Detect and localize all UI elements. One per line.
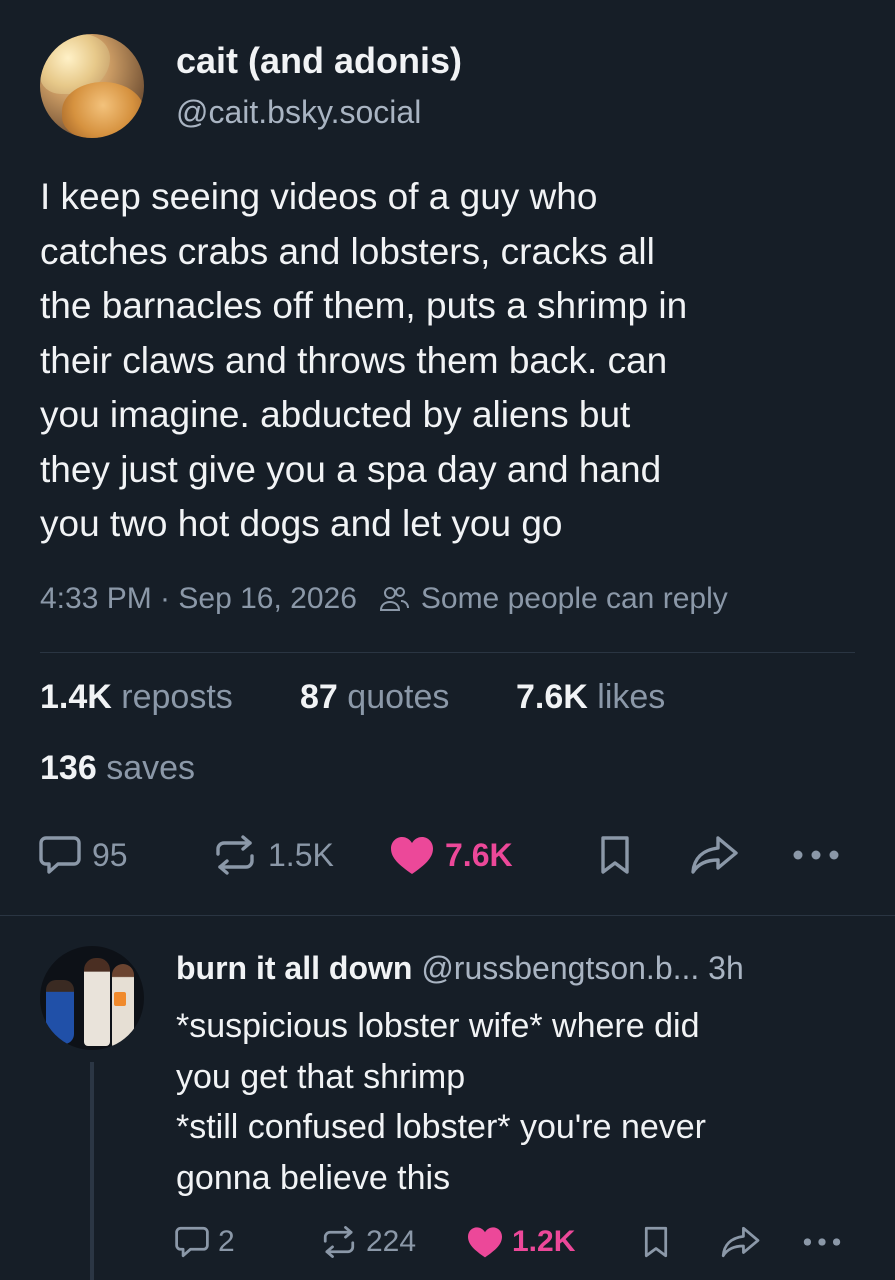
divider bbox=[40, 652, 855, 653]
reply-text: *suspicious lobster wife* where did you … bbox=[176, 1001, 866, 1203]
reply-avatar[interactable] bbox=[40, 946, 144, 1050]
like-count: 7.6K bbox=[445, 836, 513, 873]
heart-icon bbox=[389, 834, 435, 876]
reply-time: 3h bbox=[708, 950, 744, 986]
avatar[interactable] bbox=[40, 34, 144, 138]
reply-count: 95 bbox=[92, 836, 128, 873]
reply-bookmark-button[interactable] bbox=[642, 1225, 670, 1259]
reply-button[interactable]: 95 bbox=[38, 834, 128, 876]
reply-header: burn it all down @russbengtson.b... 3h bbox=[176, 950, 744, 987]
reply-author-handle[interactable]: @russbengtson.b... bbox=[421, 950, 699, 986]
saves-label: saves bbox=[106, 749, 196, 787]
likes-label: likes bbox=[597, 678, 666, 716]
reply-setting-link[interactable]: Some people can reply bbox=[421, 582, 728, 616]
reposts-count: 1.4K bbox=[40, 678, 112, 716]
repost-icon bbox=[320, 1225, 358, 1259]
post-meta: 4:33 PM · Sep 16, 2026 Some people can r… bbox=[40, 582, 728, 616]
author-handle[interactable]: @cait.bsky.social bbox=[176, 94, 421, 131]
share-icon bbox=[690, 834, 740, 876]
post-text-line: I keep seeing videos of a guy who bbox=[40, 176, 598, 217]
post-text-line: you two hot dogs and let you go bbox=[40, 503, 563, 544]
reply-like-count: 1.2K bbox=[512, 1225, 576, 1258]
saves-count: 136 bbox=[40, 749, 97, 787]
reply-icon bbox=[38, 834, 82, 876]
author-display-name[interactable]: cait (and adonis) bbox=[176, 40, 462, 82]
people-icon bbox=[379, 584, 409, 614]
stats-saves[interactable]: 136 saves bbox=[40, 749, 195, 788]
stats-quotes[interactable]: 87 quotes bbox=[300, 678, 449, 717]
quotes-count: 87 bbox=[300, 678, 338, 716]
more-icon bbox=[802, 1225, 842, 1259]
reply-more-button[interactable] bbox=[802, 1225, 842, 1259]
heart-icon bbox=[466, 1225, 504, 1259]
reply-reply-count: 2 bbox=[218, 1225, 235, 1258]
stats-likes[interactable]: 7.6K likes bbox=[516, 678, 665, 717]
bookmark-icon bbox=[598, 834, 632, 876]
reply-repost-count: 224 bbox=[366, 1225, 417, 1258]
repost-count: 1.5K bbox=[268, 836, 334, 873]
likes-count: 7.6K bbox=[516, 678, 588, 716]
reply-text-line: gonna believe this bbox=[176, 1158, 451, 1197]
thread-line bbox=[90, 1062, 94, 1280]
post-text-line: you imagine. abducted by aliens but bbox=[40, 394, 631, 435]
share-button[interactable] bbox=[690, 834, 740, 876]
bookmark-icon bbox=[642, 1225, 670, 1259]
repost-icon bbox=[212, 834, 258, 876]
bookmark-button[interactable] bbox=[598, 834, 632, 876]
reply-text-line: *still confused lobster* you're never bbox=[176, 1108, 706, 1146]
quotes-label: quotes bbox=[347, 678, 450, 716]
more-button[interactable] bbox=[792, 834, 840, 876]
reply-like-button[interactable]: 1.2K bbox=[466, 1225, 575, 1259]
post-text-line: their claws and throws them back. can bbox=[40, 339, 668, 381]
post-text-line: catches crabs and lobsters, cracks all bbox=[40, 230, 655, 272]
reply-icon bbox=[174, 1225, 210, 1259]
reposts-label: reposts bbox=[121, 678, 233, 716]
stats-reposts[interactable]: 1.4K reposts bbox=[40, 678, 233, 717]
reply-reply-button[interactable]: 2 bbox=[174, 1225, 235, 1259]
reply-text-line: you get that shrimp bbox=[176, 1057, 466, 1096]
reply-author-name[interactable]: burn it all down bbox=[176, 950, 412, 986]
like-button[interactable]: 7.6K bbox=[389, 834, 513, 876]
divider bbox=[0, 915, 895, 916]
post-timestamp: 4:33 PM · Sep 16, 2026 bbox=[40, 582, 357, 615]
reply-share-button[interactable] bbox=[720, 1225, 762, 1259]
post-text-line: the barnacles off them, puts a shrimp in bbox=[40, 285, 688, 326]
reply-text-line: *suspicious lobster wife* where did bbox=[176, 1007, 700, 1045]
post-text-line: they just give you a spa day and hand bbox=[40, 448, 662, 490]
more-icon bbox=[792, 834, 840, 876]
reply-repost-button[interactable]: 224 bbox=[320, 1225, 416, 1259]
post-text: I keep seeing videos of a guy who catche… bbox=[40, 170, 870, 552]
share-icon bbox=[720, 1225, 762, 1259]
repost-button[interactable]: 1.5K bbox=[212, 834, 334, 876]
